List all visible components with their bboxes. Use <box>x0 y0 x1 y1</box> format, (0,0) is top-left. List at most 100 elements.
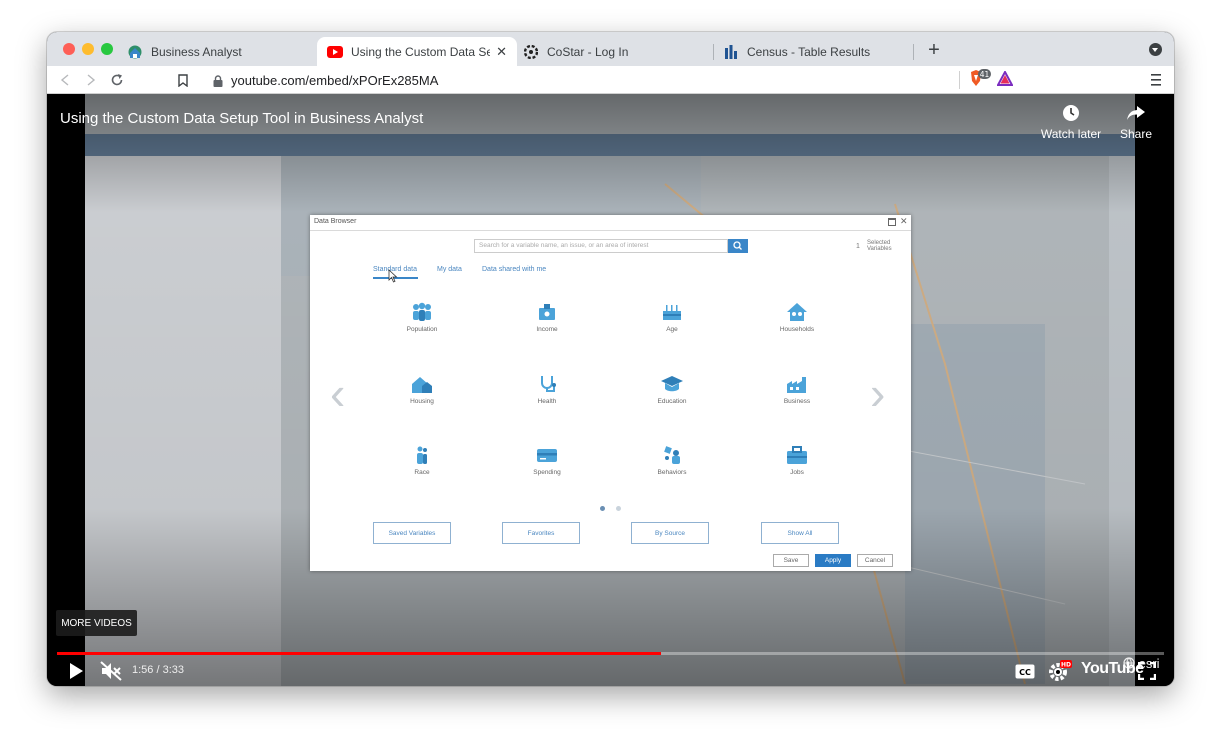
cancel-button: Cancel <box>857 554 893 567</box>
back-button[interactable] <box>55 70 75 90</box>
captions-button[interactable]: CC <box>1013 658 1037 684</box>
selected-count: 1 <box>856 243 860 250</box>
browser-toolbar: youtube.com/embed/xPOrEx285MA 41 <box>47 66 1174 94</box>
category-behaviors: Behaviors <box>632 445 712 476</box>
search-icon <box>728 239 748 253</box>
tab-separator <box>913 44 914 60</box>
category-age: Age <box>632 302 712 333</box>
jobs-icon <box>787 446 807 464</box>
minimize-window-button[interactable] <box>82 43 94 55</box>
by-source-button: By Source <box>631 522 709 544</box>
share-label: Share <box>1119 127 1153 141</box>
page-dot-active <box>600 506 605 511</box>
tab-title: CoStar - Log In <box>547 44 629 59</box>
population-icon <box>413 302 431 321</box>
age-icon <box>663 305 681 320</box>
clock-icon <box>1063 105 1079 121</box>
more-videos-button[interactable]: MORE VIDEOS <box>56 610 137 636</box>
tab-costar[interactable]: CoStar - Log In <box>513 37 713 66</box>
browser-window: Business Analyst Using the Custom Data S… <box>47 32 1174 686</box>
education-icon <box>661 376 683 392</box>
time-display: 1:56 / 3:33 <box>132 664 184 676</box>
behaviors-icon <box>664 446 680 464</box>
tab-title: Using the Custom Data Setup T <box>351 44 491 59</box>
fullscreen-button[interactable] <box>1135 658 1159 684</box>
play-button[interactable] <box>63 658 89 684</box>
category-business: Business <box>757 374 837 405</box>
census-bars-icon <box>723 44 739 60</box>
fullscreen-icon <box>1138 662 1156 680</box>
category-spending: Spending <box>507 445 587 476</box>
saved-variables-button: Saved Variables <box>373 522 451 544</box>
forward-button[interactable] <box>81 70 101 90</box>
favorites-button: Favorites <box>502 522 580 544</box>
brave-shields-icon[interactable]: 41 <box>969 69 991 91</box>
share-arrow-icon <box>1127 106 1145 120</box>
tab-youtube-video[interactable]: Using the Custom Data Setup T ✕ <box>317 37 517 66</box>
tab-search-menu-icon[interactable] <box>1149 43 1162 56</box>
category-income: Income <box>507 302 587 333</box>
browser-menu-icon[interactable] <box>1149 71 1163 89</box>
svg-text:CC: CC <box>1019 668 1031 677</box>
category-health: Health <box>507 374 587 405</box>
url-text: youtube.com/embed/xPOrEx285MA <box>231 72 439 88</box>
dialog-header: Data Browser ✕ <box>310 215 911 231</box>
save-button: Save <box>773 554 809 567</box>
video-title[interactable]: Using the Custom Data Setup Tool in Busi… <box>60 110 423 127</box>
category-housing: Housing <box>382 374 462 405</box>
toolbar-divider <box>959 71 960 89</box>
zoom-window-button[interactable] <box>101 43 113 55</box>
tab-census[interactable]: Census - Table Results <box>713 37 913 66</box>
data-browser-dialog: Data Browser ✕ Search for a variable nam… <box>310 215 911 571</box>
category-households: Households <box>757 302 837 333</box>
spending-icon <box>537 449 557 462</box>
show-all-button: Show All <box>761 522 839 544</box>
brave-badge-count: 41 <box>980 70 990 79</box>
progress-bar[interactable] <box>57 652 1164 655</box>
settings-button[interactable]: HD <box>1047 658 1073 684</box>
hd-badge: HD <box>1061 662 1071 669</box>
close-tab-icon[interactable]: ✕ <box>496 44 507 60</box>
page-dot <box>616 506 621 511</box>
watch-later-button[interactable]: Watch later <box>1039 104 1103 141</box>
new-tab-button[interactable]: + <box>923 39 945 61</box>
mute-button[interactable] <box>98 658 124 684</box>
progress-played <box>57 652 662 655</box>
brave-rewards-triangle-icon[interactable] <box>996 69 1014 91</box>
costar-icon <box>523 44 539 60</box>
bookmark-icon[interactable] <box>173 70 193 90</box>
tab-strip: Business Analyst Using the Custom Data S… <box>47 32 1174 66</box>
category-jobs: Jobs <box>757 445 837 476</box>
maximize-icon <box>888 218 896 226</box>
race-icon <box>417 446 427 464</box>
play-icon <box>70 663 83 679</box>
housing-icon <box>412 377 432 393</box>
address-bar[interactable]: youtube.com/embed/xPOrEx285MA <box>201 67 1021 93</box>
category-population: Population <box>382 302 462 333</box>
apply-button: Apply <box>815 554 851 567</box>
watch-later-label: Watch later <box>1040 127 1102 141</box>
variable-search-input: Search for a variable name, an issue, or… <box>474 239 728 253</box>
youtube-icon <box>327 44 343 60</box>
cc-icon: CC <box>1015 664 1035 678</box>
health-icon <box>541 376 556 392</box>
category-education: Education <box>632 374 712 405</box>
reload-button[interactable] <box>107 70 127 90</box>
muted-speaker-icon <box>100 661 122 681</box>
tab-my-data: My data <box>437 266 462 273</box>
close-icon: ✕ <box>900 216 908 226</box>
close-window-button[interactable] <box>63 43 75 55</box>
gear-icon: HD <box>1049 660 1072 681</box>
income-icon <box>539 304 555 320</box>
share-button[interactable]: Share <box>1117 104 1155 141</box>
dialog-title: Data Browser <box>314 218 357 225</box>
next-page-arrow-icon: › <box>870 367 886 419</box>
video-player[interactable]: Using the Custom Data Setup Tool in Busi… <box>47 94 1174 686</box>
business-icon <box>787 377 806 393</box>
tab-title: Census - Table Results <box>747 44 871 59</box>
tab-business-analyst[interactable]: Business Analyst <box>117 37 317 66</box>
households-icon <box>787 303 807 321</box>
prev-page-arrow-icon: ‹ <box>330 367 346 419</box>
variables-label: Variables <box>867 246 892 252</box>
category-race: Race <box>382 445 462 476</box>
